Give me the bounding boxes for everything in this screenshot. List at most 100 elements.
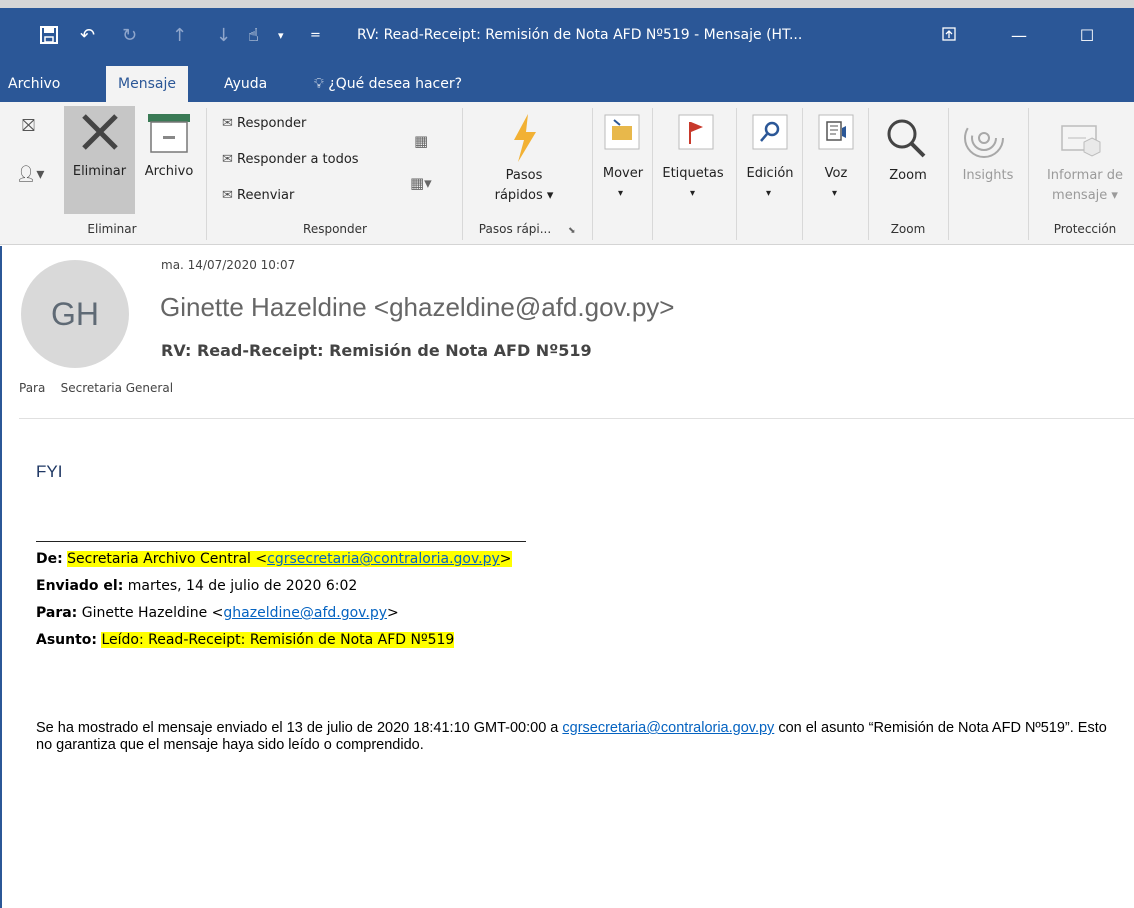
read-aloud-icon: [818, 114, 854, 154]
de-label: De:: [36, 551, 63, 567]
message-subject: RV: Read-Receipt: Remisión de Nota AFD N…: [161, 341, 592, 360]
forward-button[interactable]: ✉︎ Reenviar: [222, 188, 294, 203]
delete-x-icon: [78, 110, 122, 158]
sent-date: ma. 14/07/2020 10:07: [161, 258, 296, 272]
cleanup-icon[interactable]: 👤︎▾: [16, 164, 44, 183]
header-divider: [19, 418, 1134, 419]
title-bar: ↶ ↻ ↑ ↓ ☝ ▾ = RV: Read-Receipt: Remisión…: [0, 8, 1134, 66]
minimize-icon[interactable]: —: [996, 22, 1042, 50]
maximize-icon[interactable]: ☐: [1064, 22, 1110, 50]
reply-all-label: Responder a todos: [237, 152, 359, 167]
mover-button[interactable]: Mover: [594, 166, 652, 181]
mover-dropdown-icon[interactable]: ▾: [618, 188, 623, 199]
voz-button[interactable]: Voz: [804, 166, 868, 181]
meeting-reply-icon[interactable]: ▦: [414, 132, 428, 150]
ribbon-separator: [868, 108, 869, 240]
to-recipient[interactable]: Secretaria General: [61, 381, 173, 395]
tab-mensaje[interactable]: Mensaje: [106, 66, 188, 102]
reply-button[interactable]: ✉︎ Responder: [222, 116, 306, 131]
informar-mensaje-label-1[interactable]: Informar de: [1036, 168, 1134, 183]
down-arrow-icon[interactable]: ↓: [216, 26, 231, 46]
tell-me-label: ¿Qué desea hacer?: [328, 76, 463, 92]
zoom-button[interactable]: Zoom: [870, 168, 946, 183]
archive-icon: [146, 112, 192, 158]
group-zoom-label: Zoom: [890, 222, 926, 236]
pasos-rapidos-label-1[interactable]: Pasos: [484, 168, 564, 183]
de-highlight: Secretaria Archivo Central <cgrsecretari…: [67, 551, 512, 567]
zoom-magnifier-icon: [884, 116, 928, 164]
undo-icon[interactable]: ↶: [80, 26, 95, 46]
forward-from-line: De: Secretaria Archivo Central <cgrsecre…: [36, 551, 512, 567]
recipients-line: Para Secretaria General: [19, 381, 173, 395]
para-text-a: Se ha mostrado el mensaje enviado el 13 …: [36, 720, 563, 736]
eliminar-button[interactable]: Eliminar: [64, 164, 135, 179]
para-email-link-2[interactable]: cgrsecretaria@contraloria.gov.py: [562, 720, 774, 736]
touch-mode-icon[interactable]: ☝: [248, 26, 259, 46]
lightbulb-icon: 💡︎: [314, 76, 324, 92]
forward-icon: ✉︎: [222, 188, 233, 203]
etiquetas-dropdown-icon[interactable]: ▾: [690, 188, 695, 199]
asunto-value: Leído: Read-Receipt: Remisión de Nota AF…: [101, 632, 455, 648]
ribbon-separator: [948, 108, 949, 240]
avatar[interactable]: GH: [21, 260, 129, 368]
edicion-button[interactable]: Edición: [738, 166, 802, 181]
dialog-launcher-icon[interactable]: ⬊: [568, 226, 576, 236]
body-paragraph: Se ha mostrado el mensaje enviado el 13 …: [36, 720, 1126, 754]
voz-dropdown-icon[interactable]: ▾: [832, 188, 837, 199]
para-label: Para:: [36, 605, 78, 621]
group-eliminar-label: Eliminar: [87, 222, 137, 236]
group-pasos-label: Pasos rápi...: [478, 222, 552, 236]
up-arrow-icon[interactable]: ↑: [172, 26, 187, 46]
editing-search-icon: [752, 114, 788, 154]
tab-ayuda[interactable]: Ayuda: [216, 66, 275, 102]
etiquetas-button[interactable]: Etiquetas: [652, 166, 734, 181]
save-icon[interactable]: [40, 26, 58, 49]
reply-all-icon: ✉︎: [222, 152, 233, 167]
reply-icon: ✉︎: [222, 116, 233, 131]
tags-flag-icon: [678, 114, 714, 154]
redo-icon[interactable]: ↻: [122, 26, 137, 46]
para-email-link[interactable]: ghazeldine@afd.gov.py: [223, 605, 387, 621]
forward-label: Reenviar: [237, 188, 295, 203]
forward-subject-line: Asunto: Leído: Read-Receipt: Remisión de…: [36, 632, 455, 648]
tell-me-search[interactable]: 💡︎ ¿Qué desea hacer?: [306, 66, 470, 102]
sender[interactable]: Ginette Hazeldine <ghazeldine@afd.gov.py…: [160, 292, 674, 323]
forward-separator-line: [36, 541, 526, 542]
archivo-button[interactable]: Archivo: [136, 164, 202, 179]
report-message-icon: [1060, 122, 1104, 162]
edicion-dropdown-icon[interactable]: ▾: [766, 188, 771, 199]
forward-to-line: Para: Ginette Hazeldine <ghazeldine@afd.…: [36, 605, 399, 621]
more-respond-icon[interactable]: ▦▾: [410, 174, 432, 192]
ribbon-separator: [1028, 108, 1029, 240]
reply-label: Responder: [237, 116, 307, 131]
ribbon-separator: [206, 108, 207, 240]
insights-button[interactable]: Insights: [950, 168, 1026, 183]
insights-icon: [962, 114, 1006, 166]
para-name: Ginette Hazeldine <: [77, 605, 224, 621]
forward-sent-line: Enviado el: martes, 14 de julio de 2020 …: [36, 578, 357, 594]
reading-pane-left-border: [0, 246, 2, 908]
move-icon: [604, 114, 640, 154]
de-close: >: [499, 551, 512, 567]
ignore-icon[interactable]: ⛝: [22, 116, 35, 136]
reply-all-button[interactable]: ✉︎ Responder a todos: [222, 152, 359, 167]
ribbon-separator: [802, 108, 803, 240]
ribbon-display-options-icon[interactable]: [926, 22, 972, 50]
de-email-link[interactable]: cgrsecretaria@contraloria.gov.py: [267, 551, 500, 567]
pasos-rapidos-label-2[interactable]: rápidos ▾: [484, 188, 564, 203]
asunto-label: Asunto:: [36, 632, 98, 648]
customize-toolbar-icon[interactable]: =: [310, 26, 321, 46]
body-fyi: FYI: [36, 462, 63, 481]
para-close: >: [387, 605, 399, 621]
de-name: Secretaria Archivo Central <: [67, 551, 268, 567]
quick-steps-lightning-icon: [508, 114, 540, 166]
ribbon-separator: [462, 108, 463, 240]
tab-archivo[interactable]: Archivo: [0, 66, 68, 102]
touch-dropdown-icon[interactable]: ▾: [278, 26, 284, 46]
group-responder-label: Responder: [303, 222, 367, 236]
to-label: Para: [19, 381, 46, 395]
enviado-value: martes, 14 de julio de 2020 6:02: [123, 578, 358, 594]
informar-mensaje-label-2[interactable]: mensaje ▾: [1036, 188, 1134, 203]
ribbon-tabs: Archivo Mensaje Ayuda 💡︎ ¿Qué desea hace…: [0, 66, 1134, 102]
ribbon: ⛝ 👤︎▾ Eliminar Archivo Eliminar ✉︎ Respo…: [0, 102, 1134, 245]
